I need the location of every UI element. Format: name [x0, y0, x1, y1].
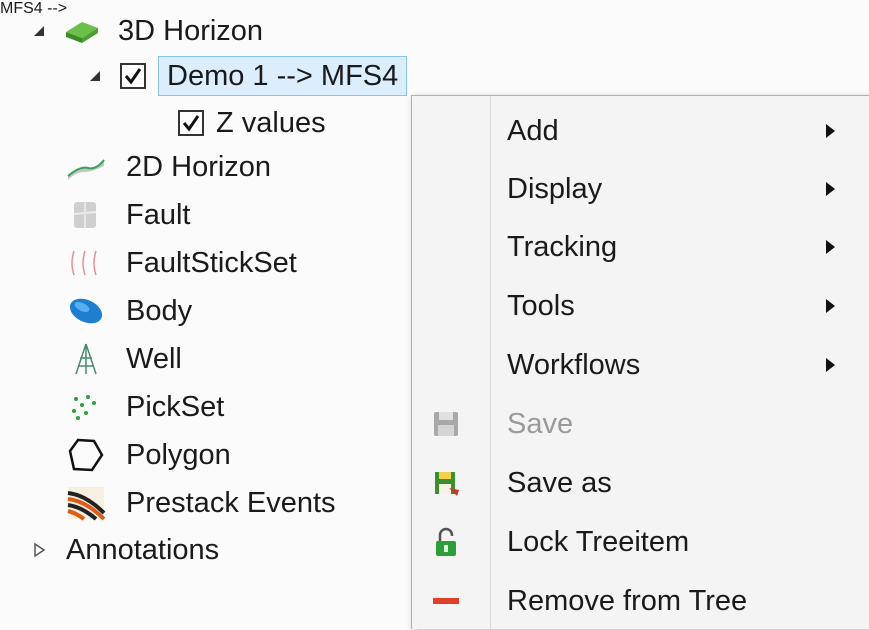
visibility-checkbox[interactable] [178, 110, 204, 136]
expanded-triangle-icon[interactable] [28, 20, 50, 42]
tree-item-label: Demo 1 --> MFS4 [167, 59, 399, 92]
tree-item-3d-horizon[interactable]: 3D Horizon [28, 10, 263, 52]
menu-item-label: Display [507, 172, 603, 205]
tree-item-label: PickSet [126, 390, 225, 423]
menu-item-label: Tools [507, 289, 575, 322]
menu-item-label: Tracking [507, 230, 618, 263]
tree-item-prestack-events[interactable]: Prestack Events [66, 482, 336, 524]
3d-horizon-icon [62, 13, 102, 49]
menu-item-lock-treeitem[interactable]: Lock Treeitem [412, 513, 869, 571]
menu-item-workflows[interactable]: Workflows [412, 336, 869, 394]
tree-item-label: Z values [216, 106, 326, 139]
tree-item-body[interactable]: Body [66, 290, 192, 332]
tree-item-polygon[interactable]: Polygon [66, 434, 231, 476]
context-menu: Add Display Tracking Tools Workflows Sav… [411, 95, 869, 629]
menu-item-display[interactable]: Display [412, 160, 869, 218]
polygon-icon [66, 437, 106, 473]
menu-item-label: Add [507, 114, 559, 147]
tree-item-label: FaultStickSet [126, 246, 297, 279]
submenu-arrow-icon [826, 240, 835, 254]
submenu-arrow-icon [826, 124, 835, 138]
submenu-arrow-icon [826, 358, 835, 372]
tree-item-label: 2D Horizon [126, 150, 272, 183]
save-icon [426, 404, 466, 444]
tree-item-label: Body [126, 294, 193, 327]
submenu-arrow-icon [826, 182, 835, 196]
menu-item-add[interactable]: Add [412, 102, 869, 160]
tree-item-z-values[interactable]: Z values [178, 102, 326, 144]
tree-item-2d-horizon[interactable]: 2D Horizon [66, 146, 271, 188]
tree-item-label: Well [126, 342, 182, 375]
faultstickset-icon [66, 245, 106, 281]
visibility-checkbox[interactable] [120, 63, 146, 89]
menu-item-label: Workflows [507, 348, 641, 381]
2d-horizon-icon [66, 149, 106, 185]
menu-item-tools[interactable]: Tools [412, 277, 869, 335]
remove-icon [426, 581, 466, 621]
tree-item-label: Fault [126, 198, 191, 231]
submenu-arrow-icon [826, 299, 835, 313]
collapsed-triangle-icon[interactable] [28, 539, 50, 561]
save-as-icon [426, 463, 466, 503]
tree-item-annotations[interactable]: Annotations [28, 529, 219, 571]
tree-item-label: Annotations [66, 533, 220, 566]
well-icon [66, 341, 106, 377]
tree-item-well[interactable]: Well [66, 338, 182, 380]
menu-item-label: Remove from Tree [507, 584, 748, 617]
tree-item-pickset[interactable]: PickSet [66, 386, 224, 428]
expanded-triangle-icon[interactable] [84, 65, 106, 87]
menu-item-label: Lock Treeitem [507, 525, 690, 558]
pickset-icon [66, 389, 106, 425]
menu-item-save[interactable]: Save [412, 395, 869, 453]
menu-item-label: Save [507, 407, 574, 440]
lock-icon [426, 522, 466, 562]
tree-item-label: Prestack Events [126, 486, 336, 519]
tree-item-label: 3D Horizon [118, 14, 264, 47]
menu-item-remove-from-tree[interactable]: Remove from Tree [412, 572, 869, 630]
fault-icon [66, 197, 106, 233]
selected-item-highlight[interactable]: Demo 1 --> MFS4 [158, 56, 408, 96]
menu-item-tracking[interactable]: Tracking [412, 218, 869, 276]
tree-item-label: Polygon [126, 438, 231, 471]
prestack-events-icon [66, 485, 106, 521]
tree-item-faultstickset[interactable]: FaultStickSet [66, 242, 297, 284]
tree-item-fault[interactable]: Fault [66, 194, 190, 236]
menu-item-label: Save as [507, 466, 612, 499]
menu-item-save-as[interactable]: Save as [412, 454, 869, 512]
body-icon [66, 293, 106, 329]
tree-item-demo1-mfs4[interactable]: Demo 1 --> MFS4 [84, 55, 408, 97]
